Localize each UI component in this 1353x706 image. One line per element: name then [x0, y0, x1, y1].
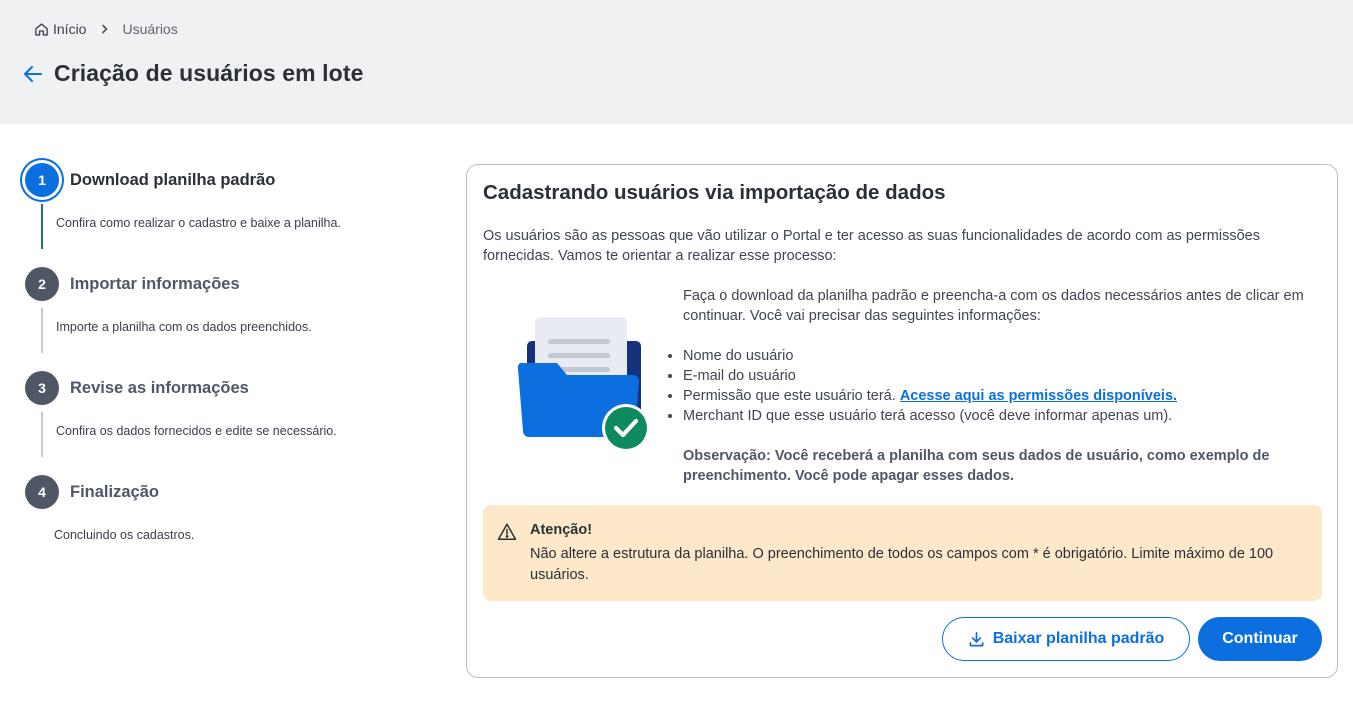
list-item: Merchant ID que esse usuário terá acesso… [668, 406, 1313, 426]
warning-alert: Atenção! Não altere a estrutura da plani… [483, 505, 1322, 601]
download-template-button[interactable]: Baixar planilha padrão [942, 617, 1190, 661]
download-button-label: Baixar planilha padrão [992, 630, 1165, 647]
instructions: Faça o download da planilha padrão e pre… [668, 286, 1313, 486]
step-4: 4 Finalização Concluindo os cadastros. [24, 474, 424, 578]
step-number-badge: 4 [25, 475, 59, 509]
step-number-badge: 3 [25, 371, 59, 405]
back-arrow-icon[interactable] [22, 63, 44, 85]
list-item-text: Merchant ID que esse usuário terá acesso… [683, 408, 1173, 424]
step-title: Importar informações [70, 274, 240, 293]
stepper: 1 Download planilha padrão Confira como … [24, 162, 424, 578]
card-description: Os usuários são as pessoas que vão utili… [483, 228, 1260, 264]
step-title: Download planilha padrão [70, 170, 276, 189]
warning-triangle-icon [497, 522, 517, 542]
step-description: Concluindo os cadastros. [54, 528, 195, 542]
list-item-text: E-mail do usuário [683, 368, 796, 384]
step-connector [41, 204, 43, 249]
step-description: Importe a planilha com os dados preenchi… [56, 320, 312, 334]
step-3: 3 Revise as informações Confira os dados… [24, 370, 424, 474]
step-connector [41, 412, 43, 457]
page-header: Início Usuários Criação de usuários em l… [0, 0, 1353, 124]
step-1: 1 Download planilha padrão Confira como … [24, 162, 424, 266]
step-connector [41, 308, 43, 353]
observation-note: Observação: Você receberá a planilha com… [683, 448, 1270, 484]
home-icon [34, 22, 49, 37]
permissions-link[interactable]: Acesse aqui as permissões disponíveis. [900, 388, 1177, 404]
import-card: Cadastrando usuários via importação de d… [466, 164, 1338, 678]
step-2: 2 Importar informações Importe a planilh… [24, 266, 424, 370]
alert-text: Não altere a estrutura da planilha. O pr… [530, 546, 1274, 583]
step-description: Confira os dados fornecidos e edite se n… [56, 424, 337, 438]
step-number-badge: 1 [25, 163, 59, 197]
step-title: Revise as informações [70, 378, 249, 397]
alert-title: Atenção! [530, 522, 593, 538]
breadcrumb-home-label: Início [53, 21, 87, 37]
continue-button[interactable]: Continuar [1198, 617, 1322, 661]
breadcrumb: Início Usuários [34, 21, 178, 37]
step-description: Confira como realizar o cadastro e baixe… [56, 216, 341, 230]
list-item: E-mail do usuário [668, 366, 1313, 386]
required-info-list: Nome do usuário E-mail do usuário Permis… [668, 346, 1313, 426]
breadcrumb-home-link[interactable]: Início [34, 21, 86, 37]
breadcrumb-current: Usuários [122, 21, 178, 37]
step-number-badge: 2 [25, 267, 59, 301]
list-item: Nome do usuário [668, 346, 1313, 366]
chevron-right-icon [100, 24, 110, 34]
instructions-intro: Faça o download da planilha padrão e pre… [683, 288, 1304, 324]
card-title: Cadastrando usuários via importação de d… [483, 181, 946, 204]
list-item-text: Permissão que este usuário terá. [683, 388, 896, 404]
page-title: Criação de usuários em lote [54, 60, 364, 86]
download-icon [968, 631, 985, 648]
step-title: Finalização [70, 482, 159, 501]
folder-document-check-icon [515, 315, 655, 455]
title-row: Criação de usuários em lote [22, 60, 363, 87]
list-item: Permissão que este usuário terá. Acesse … [668, 386, 1313, 406]
list-item-text: Nome do usuário [683, 348, 794, 364]
